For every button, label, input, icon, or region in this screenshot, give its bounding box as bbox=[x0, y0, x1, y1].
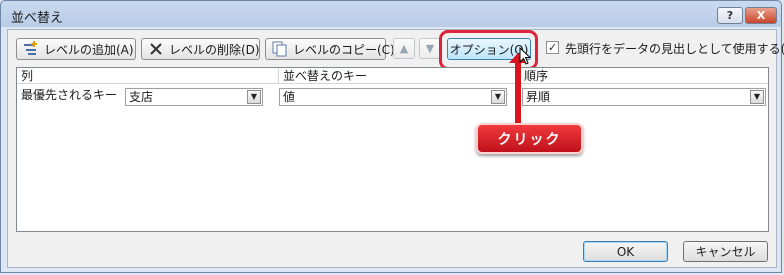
callout-pointer-line bbox=[515, 57, 521, 132]
delete-icon bbox=[148, 41, 164, 57]
dialog-title: 並べ替え bbox=[11, 11, 64, 26]
help-button[interactable]: ? bbox=[717, 7, 743, 24]
click-callout: クリック bbox=[476, 123, 583, 154]
header-row-checkbox[interactable]: ✓ bbox=[546, 41, 559, 54]
sort-key-select[interactable]: 値 ▼ bbox=[279, 88, 507, 106]
column-header-column: 列 bbox=[17, 68, 279, 84]
header-row-checkbox-label[interactable]: 先頭行をデータの見出しとして使用する(H) bbox=[565, 40, 784, 57]
move-down-button[interactable]: ▼ bbox=[419, 38, 441, 59]
add-level-label: レベルの追加(A) bbox=[44, 42, 134, 57]
cancel-button[interactable]: キャンセル bbox=[683, 241, 768, 262]
chevron-down-icon[interactable]: ▼ bbox=[247, 90, 261, 104]
copy-icon bbox=[272, 41, 288, 57]
copy-level-label: レベルのコピー(C) bbox=[293, 42, 395, 57]
add-level-icon bbox=[23, 41, 39, 57]
copy-level-button[interactable]: レベルのコピー(C) bbox=[265, 38, 395, 60]
order-select[interactable]: 昇順 ▼ bbox=[522, 88, 766, 106]
order-select-value: 昇順 bbox=[526, 90, 551, 104]
delete-level-label: レベルの削除(D) bbox=[169, 42, 260, 57]
primary-key-label: 最優先されるキー bbox=[21, 88, 118, 102]
sort-dialog-window: 並べ替え ? X レベルの追加(A) レベルの削除(D) レベルのコピー(C) … bbox=[0, 0, 784, 273]
mouse-cursor-icon bbox=[519, 47, 532, 65]
sort-key-select-value: 値 bbox=[283, 90, 296, 104]
close-button[interactable]: X bbox=[745, 7, 777, 24]
add-level-button[interactable]: レベルの追加(A) bbox=[16, 38, 136, 60]
move-up-button[interactable]: ▲ bbox=[393, 38, 415, 59]
column-select[interactable]: 支店 ▼ bbox=[125, 88, 263, 106]
sort-levels-grid: 列 並べ替えのキー 順序 最優先されるキー 支店 ▼ 値 ▼ 昇順 ▼ bbox=[16, 67, 769, 232]
column-select-value: 支店 bbox=[129, 90, 154, 104]
delete-level-button[interactable]: レベルの削除(D) bbox=[141, 38, 260, 60]
chevron-down-icon[interactable]: ▼ bbox=[750, 90, 764, 104]
ok-button[interactable]: OK bbox=[583, 241, 668, 262]
chevron-down-icon[interactable]: ▼ bbox=[491, 90, 505, 104]
title-bar: 並べ替え ? X bbox=[1, 1, 783, 29]
column-header-order: 順序 bbox=[520, 68, 768, 84]
column-header-sort-key: 並べ替えのキー bbox=[279, 68, 520, 84]
